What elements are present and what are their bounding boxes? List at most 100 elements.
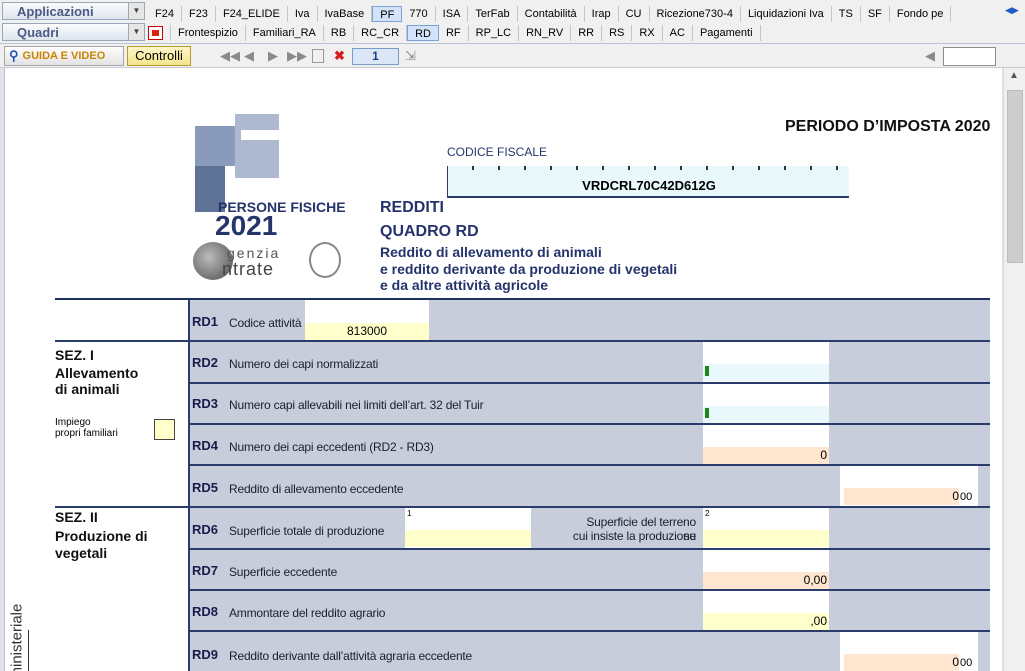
rd5-desc: Reddito di allevamento eccedente <box>229 482 404 496</box>
rd2-input[interactable] <box>703 364 829 381</box>
quadri-dropdown[interactable]: Quadri ▼ <box>2 23 145 41</box>
rd2-cell <box>703 342 829 382</box>
vertical-scrollbar[interactable]: ▲ <box>1003 68 1025 671</box>
applicazioni-label: Applicazioni <box>17 4 94 19</box>
tabs-scroll-arrows-icon[interactable]: ◀▶ <box>1005 5 1019 16</box>
quadro-tab[interactable]: Pagamenti <box>693 25 761 41</box>
copy-page-icon[interactable] <box>312 49 324 63</box>
app-tab[interactable]: Irap <box>585 6 619 22</box>
app-tab[interactable]: ISA <box>436 6 469 22</box>
rd1-cell: 813000 <box>305 300 429 340</box>
quadro-tab[interactable]: RS <box>602 25 633 41</box>
rd6-cell-2: 2 <box>703 508 829 548</box>
rd6-code: RD6 <box>192 522 219 537</box>
rd1-input[interactable]: 813000 <box>305 323 429 340</box>
page-number[interactable]: 1 <box>352 48 399 65</box>
rd2-desc: Numero dei capi normalizzati <box>229 357 379 371</box>
chevron-down-icon[interactable]: ▼ <box>128 24 144 40</box>
rd9-cell: 0 00 <box>840 632 978 671</box>
app-tab[interactable]: CU <box>619 6 650 22</box>
app-tab[interactable]: Contabilità <box>518 6 585 22</box>
scroll-up-icon[interactable]: ▲ <box>1009 70 1019 81</box>
form-toolbar: ⚲ GUIDA E VIDEO Controlli ◀◀ ◀ ▶ ▶▶ ✖ 1 … <box>0 44 1025 68</box>
rd3-input[interactable] <box>703 406 829 423</box>
impiego-checkbox[interactable] <box>154 419 175 440</box>
sez2-title-line3: vegetali <box>55 545 108 561</box>
rd6-input-1[interactable] <box>405 530 531 547</box>
quadri-label: Quadri <box>17 25 59 40</box>
next-page-icon[interactable]: ▶ <box>268 48 278 64</box>
rd6-input-2[interactable] <box>703 530 829 547</box>
app-tab[interactable]: TS <box>832 6 861 22</box>
rd8-input[interactable]: ,00 <box>703 613 829 630</box>
app-tab[interactable]: F23 <box>182 6 216 22</box>
rd5-cents: 00 <box>960 491 973 503</box>
scrollbar-thumb[interactable] <box>1007 90 1023 263</box>
app-tab[interactable]: Ricezione730-4 <box>650 6 741 22</box>
quadro-tab[interactable]: RX <box>632 25 663 41</box>
search-icon: ⚲ <box>9 48 19 63</box>
quadro-tab[interactable]: RN_RV <box>519 25 572 41</box>
rd4-cell: 0 <box>703 425 829 464</box>
app-tab[interactable]: TerFab <box>468 6 518 22</box>
rd3-code: RD3 <box>192 396 219 411</box>
app-tab[interactable]: PF <box>372 6 403 22</box>
rd5-input[interactable]: 0 <box>844 488 959 505</box>
app-tab[interactable]: SF <box>861 6 890 22</box>
rd3-desc: Numero capi allevabili nei limiti dell’a… <box>229 398 484 412</box>
app-tab[interactable]: Liquidazioni Iva <box>741 6 832 22</box>
goto-icon[interactable]: ⇲ <box>405 48 416 64</box>
rd6-cell-1: 1 <box>405 508 531 548</box>
goto-input[interactable] <box>943 47 996 66</box>
rd4-desc: Numero dei capi eccedenti (RD2 - RD3) <box>229 440 434 454</box>
rd6-desc: Superficie totale di produzione <box>229 524 385 538</box>
rd9-input[interactable]: 0 <box>844 654 959 671</box>
pf-logo-f <box>235 114 279 178</box>
cf-value: VRDCRL70C42D612G <box>582 178 716 193</box>
quadro-tab[interactable]: RD <box>407 25 439 41</box>
quadro-tab[interactable]: Familiari_RA <box>246 25 324 41</box>
last-page-icon[interactable]: ▶▶ <box>287 48 307 64</box>
quadro-tab[interactable]: RF <box>439 25 469 41</box>
rd6-label2-line2: cui insiste la produzione <box>572 529 696 543</box>
cf-field[interactable]: VRDCRL70C42D612G <box>447 166 849 198</box>
rd5-code: RD5 <box>192 480 219 495</box>
row-divider <box>188 589 990 591</box>
rd6-col2-number: 2 <box>705 509 710 518</box>
app-tab[interactable]: F24 <box>148 6 182 22</box>
delete-page-icon[interactable]: ✖ <box>334 48 345 64</box>
scroll-left-icon[interactable]: ◀ <box>925 48 935 64</box>
rd8-code: RD8 <box>192 604 219 619</box>
quadro-tab[interactable]: RP_LC <box>469 25 520 41</box>
row-divider <box>188 548 990 550</box>
rd7-input[interactable]: 0,00 <box>703 572 829 589</box>
prev-page-icon[interactable]: ◀ <box>244 48 254 64</box>
rd7-code: RD7 <box>192 563 219 578</box>
rd1-desc: Codice attività <box>229 316 302 330</box>
row-divider <box>188 382 990 384</box>
app-tabs: F24 F23 F24_ELIDE Iva IvaBase PF 770 ISA TerFab C… <box>148 6 952 22</box>
app-tab[interactable]: Iva <box>288 6 318 22</box>
impiego-label: Impiego <box>55 417 91 428</box>
controlli-button[interactable]: Controlli <box>127 46 191 66</box>
year-label: 2021 <box>215 210 278 241</box>
quadro-tab[interactable]: RB <box>324 25 355 41</box>
app-tab[interactable]: F24_ELIDE <box>216 6 288 22</box>
sez1-title: SEZ. I <box>55 347 94 363</box>
applicazioni-dropdown[interactable]: Applicazioni ▼ <box>2 2 145 20</box>
guida-video-button[interactable]: ⚲ GUIDA E VIDEO <box>4 46 124 66</box>
app-tab[interactable]: Fondo pe <box>890 6 952 22</box>
pdf-button[interactable] <box>148 25 171 41</box>
quadro-tab[interactable]: RC_CR <box>354 25 408 41</box>
app-tab[interactable]: 770 <box>402 6 436 22</box>
rd1-code: RD1 <box>192 314 219 329</box>
app-tab[interactable]: IvaBase <box>318 6 373 22</box>
quadro-tab[interactable]: RR <box>571 25 603 41</box>
entrate-text: ntrate <box>222 259 275 279</box>
first-page-icon[interactable]: ◀◀ <box>220 48 240 64</box>
quadro-tab[interactable]: AC <box>663 25 693 41</box>
column-divider <box>188 300 190 671</box>
chevron-down-icon[interactable]: ▼ <box>128 3 144 19</box>
rd4-input[interactable]: 0 <box>703 447 829 464</box>
quadro-tab[interactable]: Frontespizio <box>171 25 246 41</box>
